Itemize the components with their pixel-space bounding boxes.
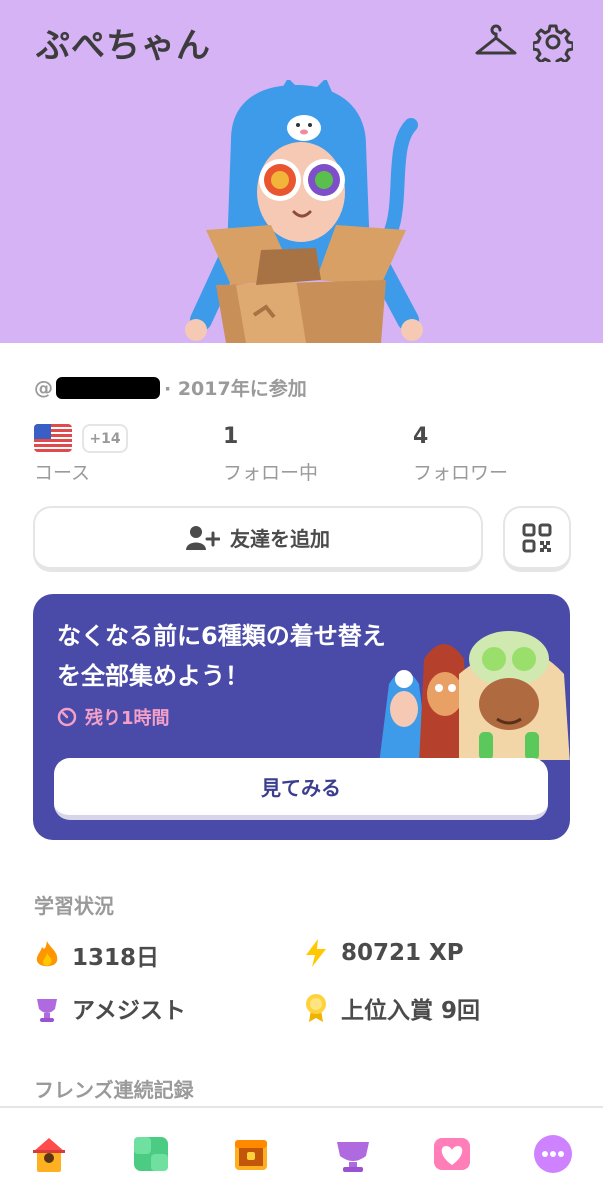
league-stat: アメジスト xyxy=(34,991,186,1025)
top-finish-stat: 上位入賞 9回 xyxy=(303,991,480,1025)
followers-label: フォロワー xyxy=(413,462,509,484)
following-stat[interactable]: 1 フォロー中 xyxy=(223,424,318,485)
add-friend-button[interactable]: 友達を追加 xyxy=(33,506,483,572)
top-finish-value: 上位入賞 9回 xyxy=(341,998,481,1024)
following-count: 1 xyxy=(223,424,239,449)
clock-icon xyxy=(57,707,77,727)
promo-timer-text: 残り1時間 xyxy=(85,708,170,729)
practice-icon[interactable] xyxy=(131,1134,171,1174)
handle-prefix: @ xyxy=(34,376,53,399)
league-value: アメジスト xyxy=(72,998,186,1024)
qr-code-icon xyxy=(522,523,552,552)
add-user-icon xyxy=(186,525,220,550)
medal-icon xyxy=(306,994,326,1022)
qr-code-button[interactable] xyxy=(503,506,571,572)
lightning-icon xyxy=(306,939,326,967)
following-label: フォロー中 xyxy=(223,462,319,484)
promo-timer: 残り1時間 xyxy=(57,704,170,730)
avatar-illustration xyxy=(185,80,423,343)
treasure-chest-icon[interactable] xyxy=(231,1134,271,1174)
redacted-handle xyxy=(56,376,160,399)
xp-stat: 80721 XP xyxy=(303,938,464,968)
outfit-promo-card: なくなる前に6種類の着せ替えを全部集めよう！ 残り1時間 見てみる xyxy=(33,594,570,840)
promo-view-button[interactable]: 見てみる xyxy=(54,758,548,820)
joined-date: · 2017年に参加 xyxy=(164,378,307,400)
friends-streak-section-title: フレンズ連続記録 xyxy=(34,1078,194,1102)
joined-row: @ · 2017年に参加 xyxy=(34,374,307,401)
courses-label: コース xyxy=(34,462,91,484)
hanger-icon[interactable] xyxy=(474,24,518,60)
amethyst-league-icon xyxy=(37,999,57,1022)
streak-stat: 1318日 xyxy=(34,938,159,972)
xp-value: 80721 XP xyxy=(341,940,464,966)
courses-stat[interactable]: コース xyxy=(34,424,90,485)
profile-hero: ぷぺちゃん xyxy=(0,0,603,343)
learning-section-title: 学習状況 xyxy=(34,894,114,918)
bottom-tab-bar xyxy=(0,1108,603,1200)
heart-shop-icon[interactable] xyxy=(432,1134,472,1174)
followers-count: 4 xyxy=(413,424,429,449)
promo-title: なくなる前に6種類の着せ替えを全部集めよう！ xyxy=(57,622,386,690)
profile-username: ぷぺちゃん xyxy=(36,26,211,66)
more-options-icon[interactable] xyxy=(533,1134,573,1174)
streak-value: 1318日 xyxy=(72,945,160,971)
followers-stat[interactable]: 4 フォロワー xyxy=(413,424,508,485)
settings-gear-icon[interactable] xyxy=(533,22,573,62)
add-friend-label: 友達を追加 xyxy=(230,527,330,551)
fire-icon xyxy=(36,941,58,967)
league-shield-icon[interactable] xyxy=(333,1134,373,1174)
promo-characters-illustration xyxy=(379,631,570,760)
home-icon[interactable] xyxy=(29,1134,69,1174)
